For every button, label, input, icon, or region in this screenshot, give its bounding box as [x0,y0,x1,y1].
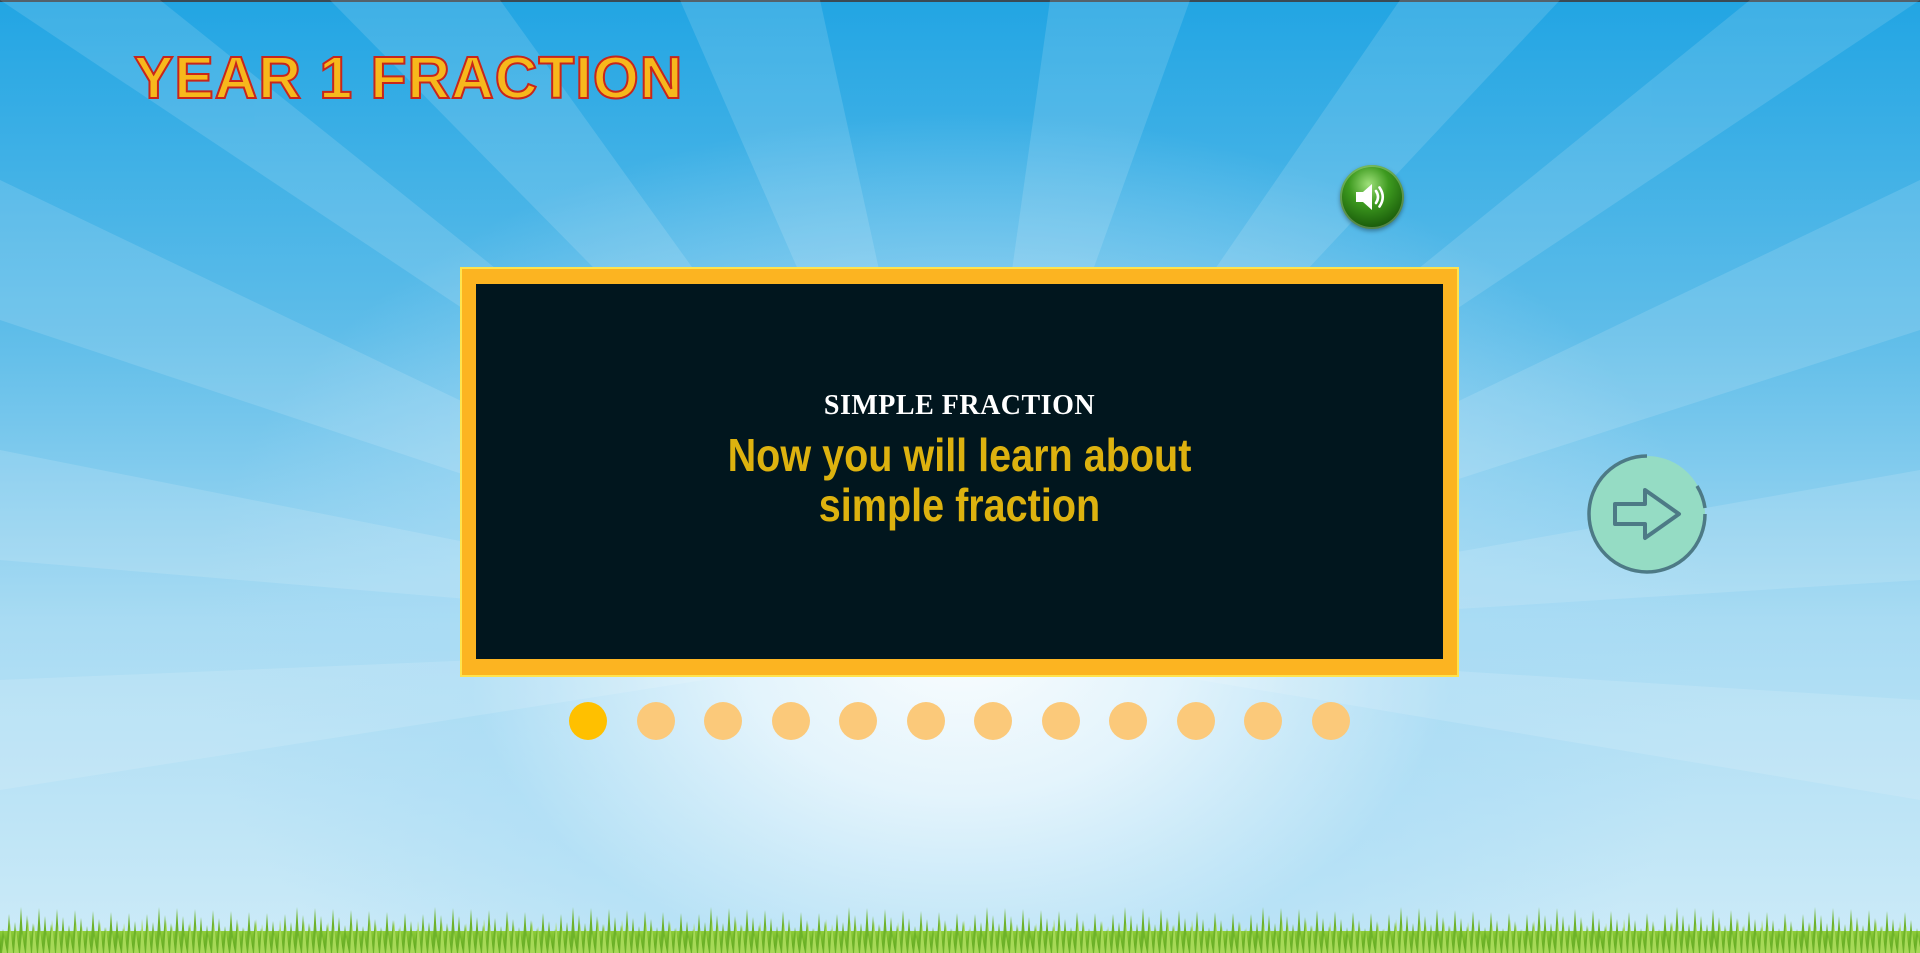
lesson-heading: SIMPLE FRACTION [823,390,1096,421]
slide-dot-4[interactable] [772,702,810,740]
slide-dot-9[interactable] [1109,702,1147,740]
slide-dot-7[interactable] [974,702,1012,740]
grass-strip [0,907,1920,953]
slide-dot-6[interactable] [907,702,945,740]
sound-button[interactable] [1340,165,1404,229]
slide-dot-12[interactable] [1312,702,1350,740]
lesson-text-line-2: simple fraction [818,479,1101,531]
lesson-text-line-1: Now you will learn about [727,429,1192,481]
slide-dot-5[interactable] [839,702,877,740]
lesson-text: Now you will learn about simple fraction [544,430,1376,530]
slide-dot-10[interactable] [1177,702,1215,740]
arrow-right-icon [1587,454,1707,574]
next-button[interactable] [1585,452,1709,576]
slide-dot-11[interactable] [1244,702,1282,740]
page-title: YEAR 1 FRACTION [133,44,684,112]
speaker-icon [1356,184,1385,210]
slide-dot-2[interactable] [637,702,675,740]
game-stage: YEAR 1 FRACTION SIMPLE FRACTION Now you … [0,0,1920,953]
slide-dot-8[interactable] [1042,702,1080,740]
slide-dot-1[interactable] [569,702,607,740]
slide-dot-3[interactable] [704,702,742,740]
